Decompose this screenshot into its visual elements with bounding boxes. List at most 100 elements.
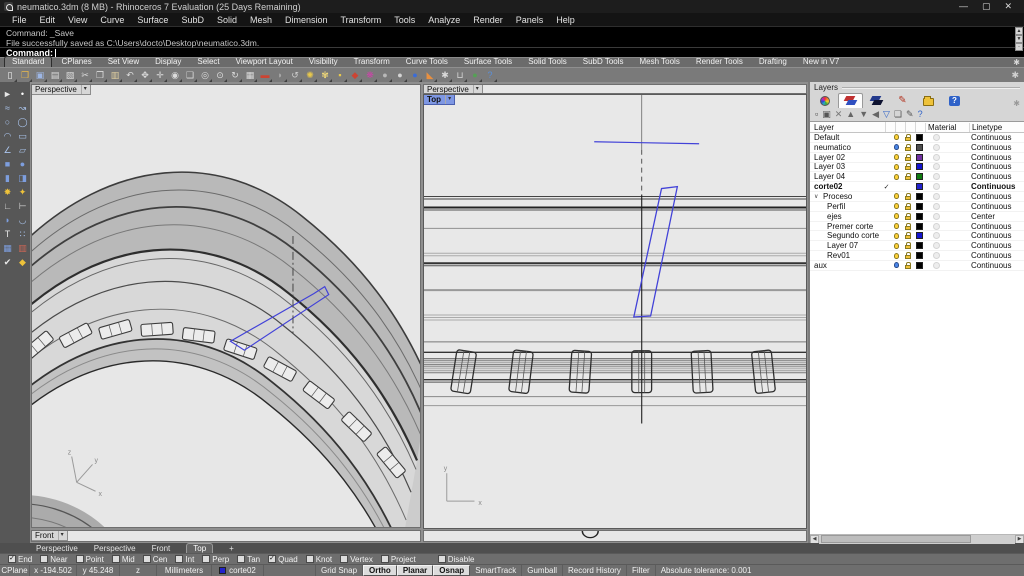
layer-name[interactable]: Layer 02 (814, 153, 845, 162)
layer-linetype[interactable]: Continuous (969, 261, 1024, 270)
layer-material-icon[interactable] (933, 144, 940, 151)
layer-material-icon[interactable] (933, 262, 940, 269)
osnap-option[interactable]: Point (76, 555, 104, 564)
layer-visibility-bulb-icon[interactable] (894, 233, 899, 239)
layers-panel-tab[interactable] (838, 93, 863, 108)
perspective-viewport[interactable]: Perspective ▾ (31, 84, 421, 528)
layer-name[interactable]: corte02 (814, 182, 842, 191)
layer-material-icon[interactable] (933, 134, 940, 141)
checkbox[interactable] (381, 555, 389, 563)
rotate-view-icon[interactable]: ↻ (228, 69, 242, 82)
layer-material-icon[interactable] (933, 193, 940, 200)
toolbar-tab[interactable]: Select (190, 57, 226, 67)
delete-layer-icon[interactable]: ✕ (835, 109, 843, 120)
checkbox[interactable] (306, 555, 314, 563)
rectangle-tool-icon[interactable]: ▭ (16, 129, 29, 143)
layer-linetype[interactable]: Continuous (969, 202, 1024, 211)
front-viewport-title[interactable]: Front ▾ (32, 531, 68, 541)
status-toggle[interactable]: Ortho (363, 565, 397, 576)
shaded-display-icon[interactable]: ● (378, 69, 392, 82)
layer-visibility-bulb-icon[interactable] (894, 134, 899, 140)
osnap-option[interactable]: Cen (143, 555, 168, 564)
properties-icon[interactable]: ▧ (63, 69, 77, 82)
new-sublayer-icon[interactable]: ▣ (822, 109, 831, 120)
layer-name[interactable]: ejes (827, 212, 842, 221)
osnap-option[interactable]: Vertex (340, 555, 373, 564)
layer-row[interactable]: aux Continuous (810, 261, 1024, 271)
layer-name[interactable]: Layer 03 (814, 162, 845, 171)
viewport-title-caret-icon[interactable]: ▾ (81, 85, 87, 94)
viewport-tab[interactable]: Top (186, 543, 213, 553)
layer-row[interactable]: Default Continuous (810, 133, 1024, 143)
layer-name[interactable]: Proceso (823, 192, 852, 201)
select-tool-icon[interactable]: ► (1, 87, 14, 101)
menu-item[interactable]: Curve (94, 15, 130, 25)
blend-tool-icon[interactable]: ◡ (16, 213, 29, 227)
layer-lock-icon[interactable] (905, 245, 911, 249)
layer-list-scrollbar[interactable]: ◀ ▶ (810, 534, 1024, 543)
layer-color-swatch[interactable] (916, 154, 923, 161)
layer-linetype[interactable]: Continuous (969, 172, 1024, 181)
layer-color-swatch[interactable] (916, 242, 923, 249)
layer-row[interactable]: Layer 07 Continuous (810, 241, 1024, 251)
layer-row[interactable]: Segundo corte Continuous (810, 231, 1024, 241)
layer-visibility-bulb-icon[interactable] (894, 223, 899, 229)
help-icon[interactable]: ? (483, 69, 497, 82)
options-icon[interactable]: ✱ (438, 69, 452, 82)
grid-tool-icon[interactable]: ▦ (1, 241, 14, 255)
menu-item[interactable]: Surface (131, 15, 174, 25)
toolbar-tab[interactable]: Drafting (752, 57, 794, 67)
layer-lock-icon[interactable] (905, 196, 911, 200)
layer-linetype[interactable]: Continuous (969, 241, 1024, 250)
join-tool-icon[interactable]: ⊢ (16, 199, 29, 213)
new-layer-icon[interactable]: ▫ (815, 109, 818, 120)
menu-item[interactable]: Edit (34, 15, 62, 25)
points-on-icon[interactable]: ∷ (16, 227, 29, 241)
layer-lock-icon[interactable] (905, 166, 911, 170)
sun-icon[interactable]: ✺ (303, 69, 317, 82)
column-layer[interactable]: Layer (810, 123, 885, 132)
color-wheel-icon[interactable]: ❋ (363, 69, 377, 82)
checkbox[interactable]: ✓ (8, 555, 16, 563)
collapse-chevron-icon[interactable]: ∨ (814, 193, 821, 200)
ghosted-display-icon[interactable]: ● (393, 69, 407, 82)
maximize-button[interactable]: ▢ (982, 1, 991, 12)
current-layer-indicator[interactable]: corte02 (212, 565, 264, 576)
lightbulb-icon[interactable]: ✾ (318, 69, 332, 82)
layer-color-swatch[interactable] (916, 213, 923, 220)
layer-name[interactable]: Rev01 (827, 251, 850, 260)
layer-color-swatch[interactable] (916, 163, 923, 170)
menu-item[interactable]: File (6, 15, 33, 25)
viewport-title-caret-icon[interactable]: ▾ (58, 531, 64, 540)
toolbar-tab[interactable]: New in V7 (796, 57, 846, 67)
toolbar-tab[interactable]: Render Tools (689, 57, 750, 67)
fillet-tool-icon[interactable]: ∟ (1, 199, 14, 213)
menu-item[interactable]: Solid (211, 15, 243, 25)
layer-row[interactable]: ∨ Proceso Continuous (810, 192, 1024, 202)
osnap-option[interactable]: Tan (237, 555, 260, 564)
layer-material-icon[interactable] (933, 213, 940, 220)
menu-item[interactable]: Render (467, 15, 509, 25)
panel-help-icon[interactable]: ? (918, 109, 923, 120)
sphere-tool-icon[interactable]: ● (16, 157, 29, 171)
perspective2-viewport-title[interactable]: Perspective ▾ (424, 85, 483, 94)
explode-tool-icon[interactable]: ✸ (1, 185, 14, 199)
layer-visibility-bulb-icon[interactable] (894, 262, 899, 268)
layer-tools-icon[interactable]: ◆ (348, 69, 362, 82)
zoom-selected-icon[interactable]: ◎ (198, 69, 212, 82)
layer-color-swatch[interactable] (916, 183, 923, 190)
osnap-option[interactable]: Project (381, 555, 416, 564)
cplane-selector[interactable]: CPlane (0, 565, 30, 576)
save-file-icon[interactable]: ▣ (33, 69, 47, 82)
menu-item[interactable]: Analyze (422, 15, 466, 25)
menu-item[interactable]: Mesh (244, 15, 278, 25)
curve-interpolate-icon[interactable]: ↝ (16, 101, 29, 115)
arc-tool-icon[interactable]: ◠ (1, 129, 14, 143)
layer-visibility-bulb-icon[interactable] (894, 174, 899, 180)
toolbar-options-gear-icon[interactable]: ✱ (1011, 70, 1021, 81)
scrollbar-thumb[interactable] (821, 535, 971, 543)
layer-visibility-bulb-icon[interactable] (894, 144, 899, 150)
surface-tool-icon[interactable]: ▱ (16, 143, 29, 157)
checkbox[interactable] (76, 555, 84, 563)
box-tool-icon[interactable]: ■ (1, 157, 14, 171)
